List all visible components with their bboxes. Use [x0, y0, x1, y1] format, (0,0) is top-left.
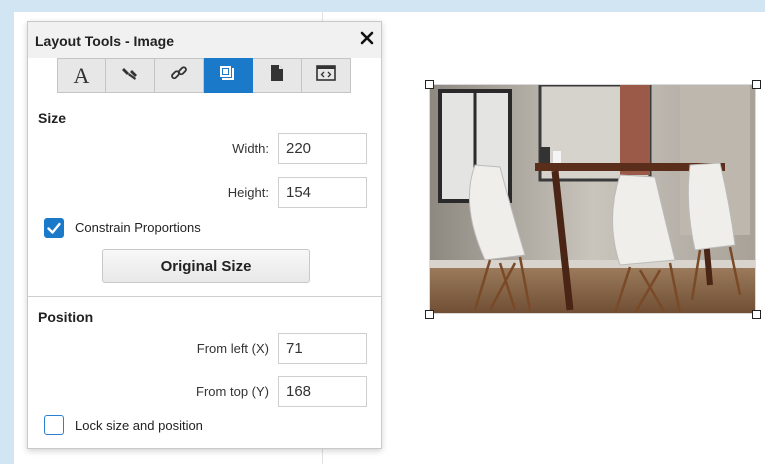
- width-label: Width:: [232, 141, 269, 156]
- layout-tools-panel: Layout Tools - Image A Size Width: 220 H…: [27, 21, 382, 449]
- from-left-label: From left (X): [196, 341, 269, 356]
- tab-embed-code[interactable]: [302, 58, 351, 93]
- page-icon: [269, 64, 285, 87]
- resize-handle-top-right[interactable]: [752, 80, 761, 89]
- text-format-icon: A: [73, 62, 90, 88]
- from-top-label: From top (Y): [196, 384, 269, 399]
- position-section-label: Position: [38, 309, 94, 325]
- from-top-input[interactable]: [278, 376, 367, 407]
- image-layout-icon: [218, 64, 238, 87]
- selected-image[interactable]: [429, 84, 756, 314]
- original-size-button[interactable]: Original Size: [102, 249, 310, 283]
- width-input[interactable]: [278, 133, 367, 164]
- link-icon: [170, 64, 188, 87]
- panel-header[interactable]: Layout Tools - Image: [28, 22, 381, 58]
- tab-image-layout[interactable]: [204, 58, 253, 93]
- tab-style[interactable]: [106, 58, 155, 93]
- constrain-proportions-checkbox[interactable]: [44, 218, 64, 238]
- height-input[interactable]: [278, 177, 367, 208]
- size-section-label: Size: [38, 110, 67, 126]
- checkmark-icon: [47, 222, 61, 234]
- lock-size-position-checkbox[interactable]: [44, 415, 64, 435]
- tab-page[interactable]: [253, 58, 302, 93]
- height-label: Height:: [227, 185, 269, 200]
- tab-text-format[interactable]: A: [57, 58, 106, 93]
- tab-link[interactable]: [155, 58, 204, 93]
- section-divider: [28, 296, 381, 297]
- constrain-proportions-label: Constrain Proportions: [75, 220, 201, 235]
- resize-handle-bottom-right[interactable]: [752, 310, 761, 319]
- panel-title: Layout Tools - Image: [35, 33, 174, 49]
- paint-brush-icon: [121, 64, 139, 87]
- resize-handle-top-left[interactable]: [425, 80, 434, 89]
- lock-size-position-label: Lock size and position: [75, 418, 203, 433]
- resize-handle-bottom-left[interactable]: [425, 310, 434, 319]
- embed-code-icon: [316, 65, 336, 86]
- from-left-input[interactable]: [278, 333, 367, 364]
- layout-tabs: A: [57, 58, 351, 93]
- close-icon[interactable]: [359, 30, 375, 46]
- dining-room-photo: [430, 85, 755, 313]
